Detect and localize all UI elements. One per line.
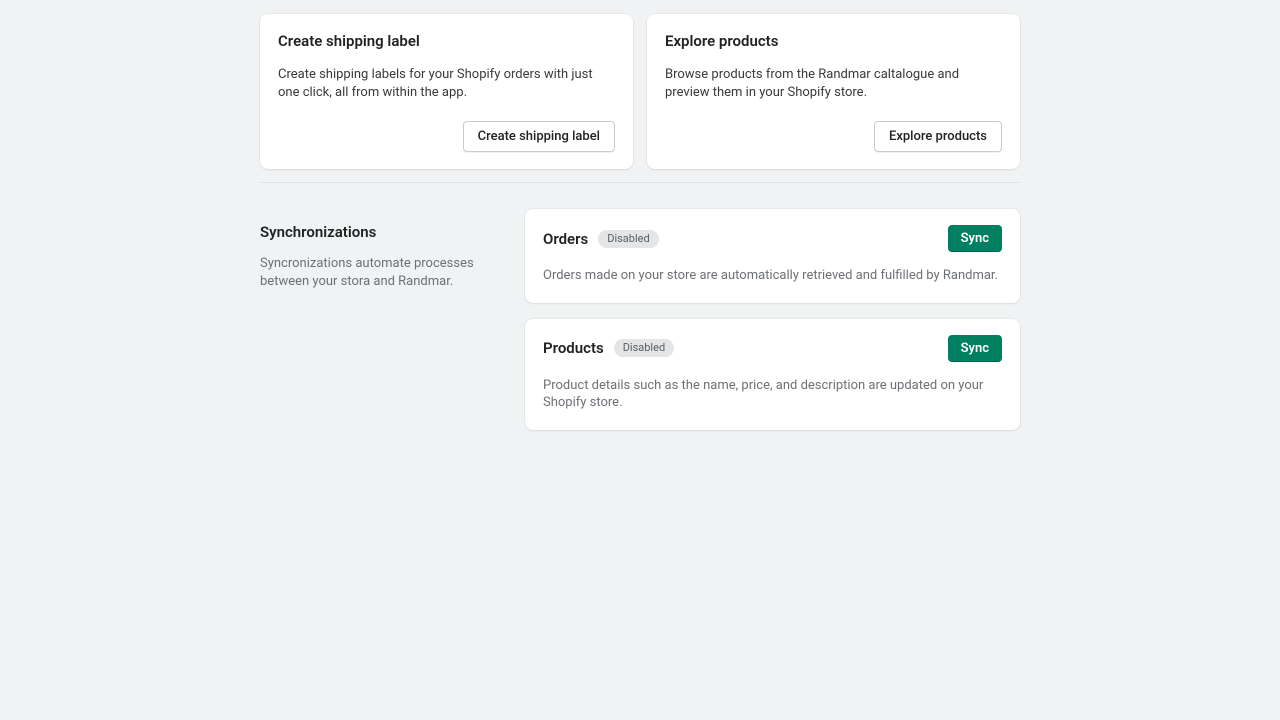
shipping-label-card: Create shipping label Create shipping la… [260,14,633,169]
sync-card-description: Orders made on your store are automatica… [543,267,1002,285]
products-sync-card: Products Disabled Sync Product details s… [525,319,1020,430]
status-badge: Disabled [614,339,674,357]
sync-card-title: Products [543,339,604,357]
sync-card-description: Product details such as the name, price,… [543,377,1002,412]
sync-card-header: Products Disabled Sync [543,335,1002,362]
sync-products-button[interactable]: Sync [948,335,1002,362]
explore-products-card: Explore products Browse products from th… [647,14,1020,169]
section-title: Synchronizations [260,223,505,241]
sync-card-title: Orders [543,230,588,248]
sync-orders-button[interactable]: Sync [948,225,1002,252]
card-description: Create shipping labels for your Shopify … [278,66,615,101]
synchronizations-section: Synchronizations Syncronizations automat… [260,209,1020,430]
status-badge: Disabled [598,230,658,248]
explore-products-button[interactable]: Explore products [874,121,1002,152]
card-title: Explore products [665,32,1002,50]
card-title: Create shipping label [278,32,615,50]
create-shipping-label-button[interactable]: Create shipping label [463,121,615,152]
card-actions: Explore products [665,121,1002,152]
orders-sync-card: Orders Disabled Sync Orders made on your… [525,209,1020,303]
top-cards-row: Create shipping label Create shipping la… [260,14,1020,169]
card-description: Browse products from the Randmar caltalo… [665,66,1002,101]
section-intro: Synchronizations Syncronizations automat… [260,209,505,430]
section-divider [260,182,1020,183]
sync-card-header: Orders Disabled Sync [543,225,1002,252]
card-actions: Create shipping label [278,121,615,152]
main-container: Create shipping label Create shipping la… [260,14,1020,430]
section-description: Syncronizations automate processes betwe… [260,255,505,290]
sync-cards-column: Orders Disabled Sync Orders made on your… [525,209,1020,430]
